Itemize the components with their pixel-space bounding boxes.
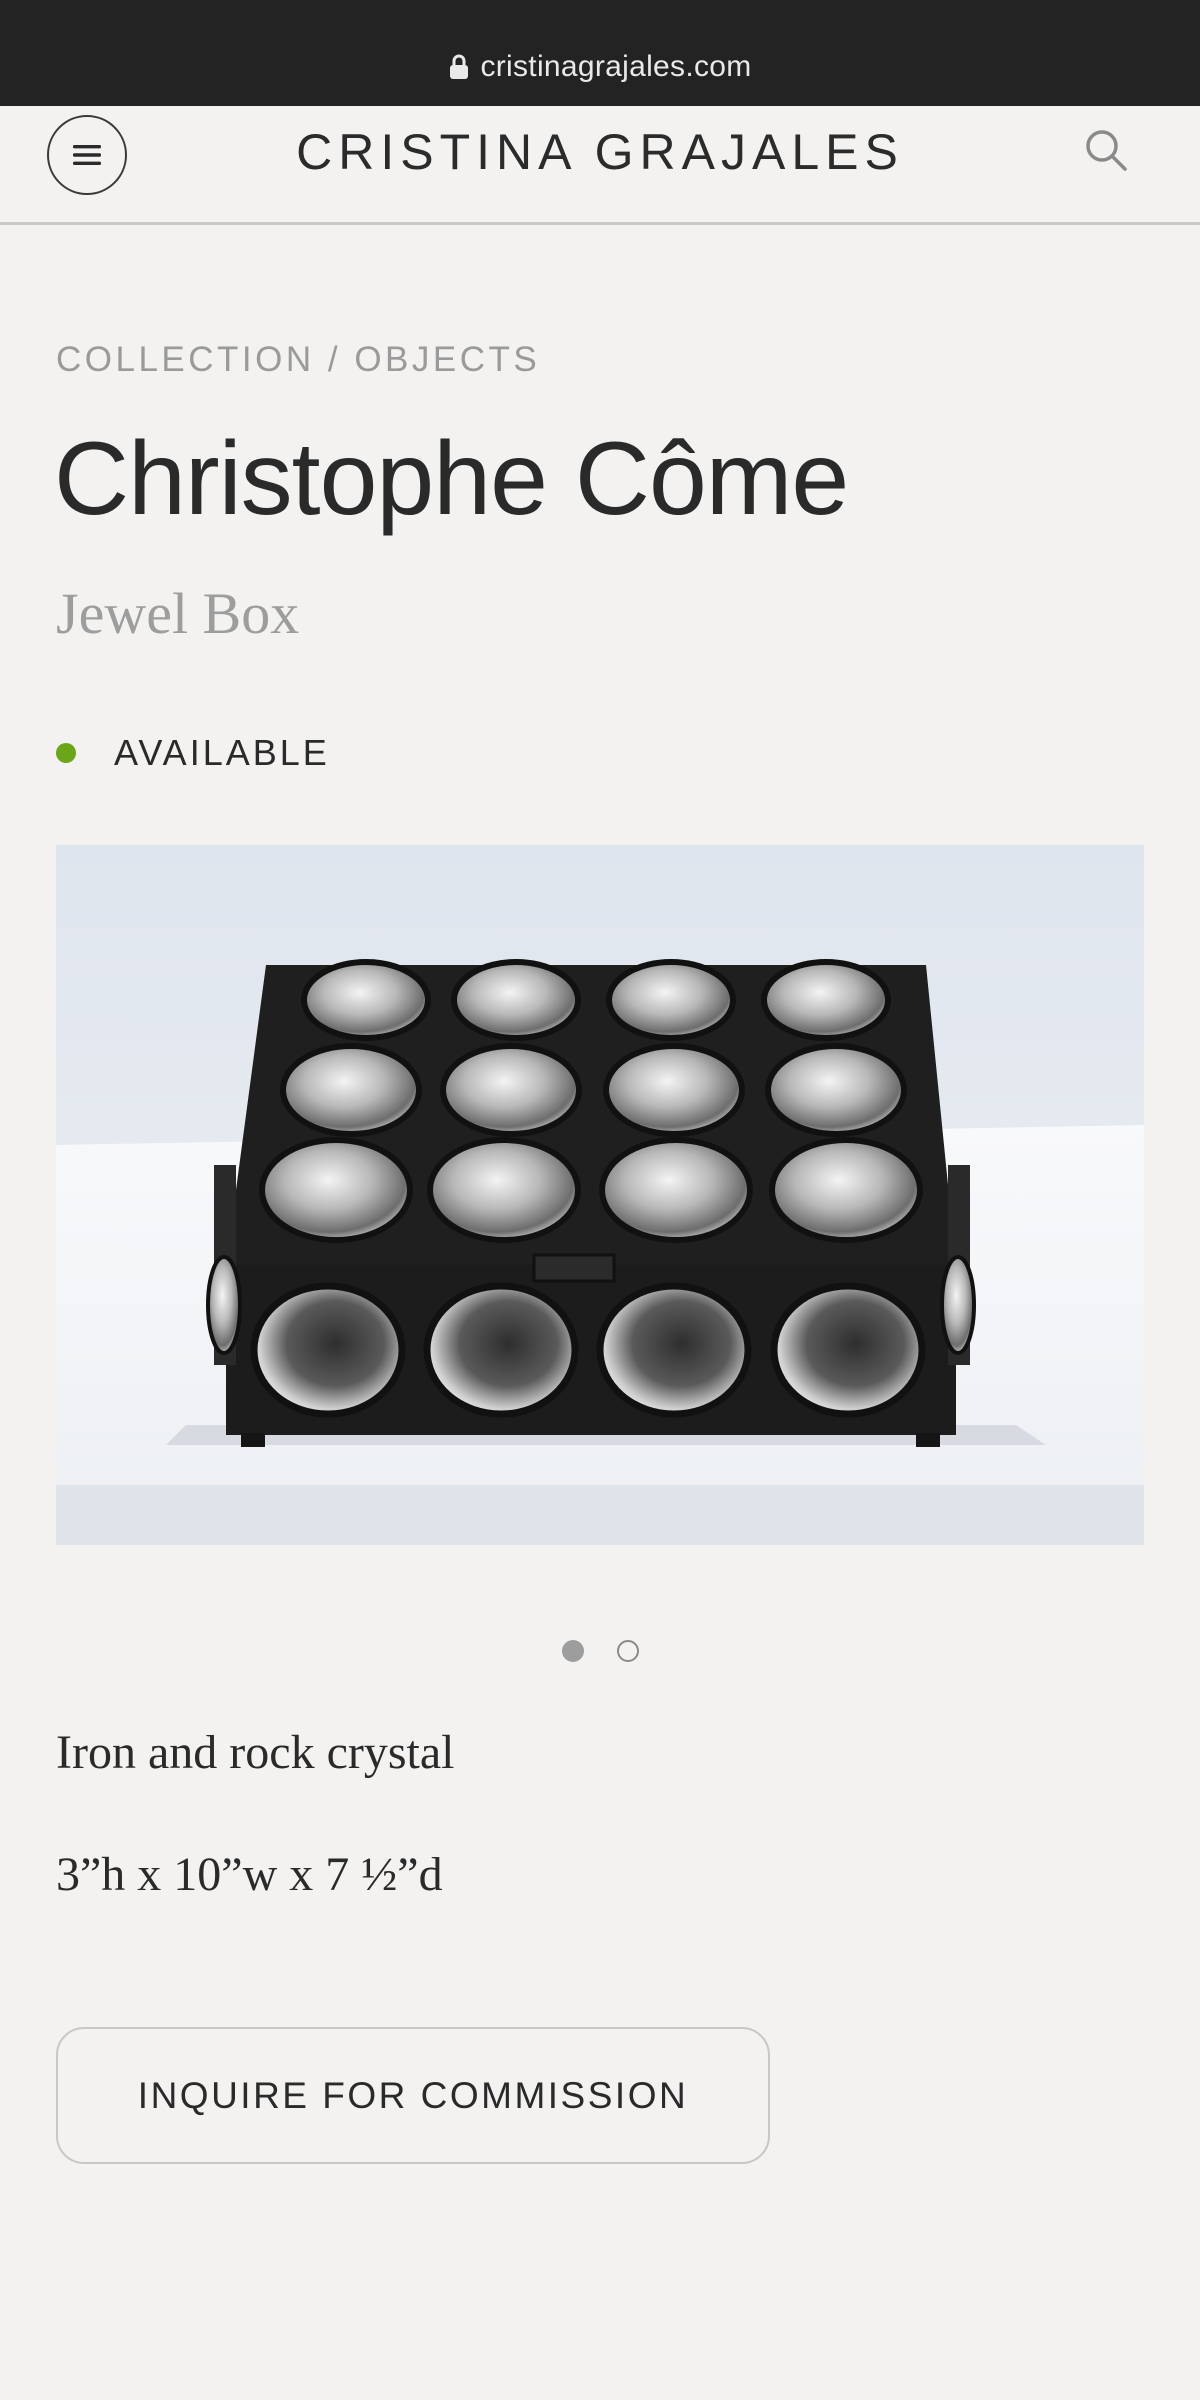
inquire-for-commission-button[interactable]: INQUIRE FOR COMMISSION	[56, 2027, 770, 2164]
product-image[interactable]	[56, 845, 1144, 1545]
carousel-dot-1[interactable]	[561, 1640, 584, 1662]
jewel-box-illustration	[56, 845, 1144, 1545]
lock-icon	[450, 54, 469, 79]
status-dot-icon	[56, 743, 76, 763]
carousel-dot-2[interactable]	[616, 1640, 639, 1662]
page-title: Christophe Côme	[54, 421, 849, 537]
site-logo[interactable]: CRISTINA GRAJALES	[0, 123, 1200, 181]
image-carousel-pagination	[0, 1640, 1200, 1662]
product-dimensions: 3”h x 10”w x 7 ½”d	[56, 1848, 443, 1901]
status-label: AVAILABLE	[114, 732, 330, 773]
search-icon	[1086, 130, 1127, 171]
breadcrumb[interactable]: COLLECTION / OBJECTS	[56, 340, 540, 380]
address-bar[interactable]: cristinagrajales.com	[0, 50, 1200, 84]
product-name: Jewel Box	[56, 581, 300, 646]
url-text: cristinagrajales.com	[480, 50, 752, 83]
browser-status-bar: cristinagrajales.com	[0, 0, 1200, 106]
product-material: Iron and rock crystal	[56, 1726, 455, 1779]
search-button[interactable]	[1082, 126, 1130, 174]
availability-status: AVAILABLE	[56, 732, 330, 774]
